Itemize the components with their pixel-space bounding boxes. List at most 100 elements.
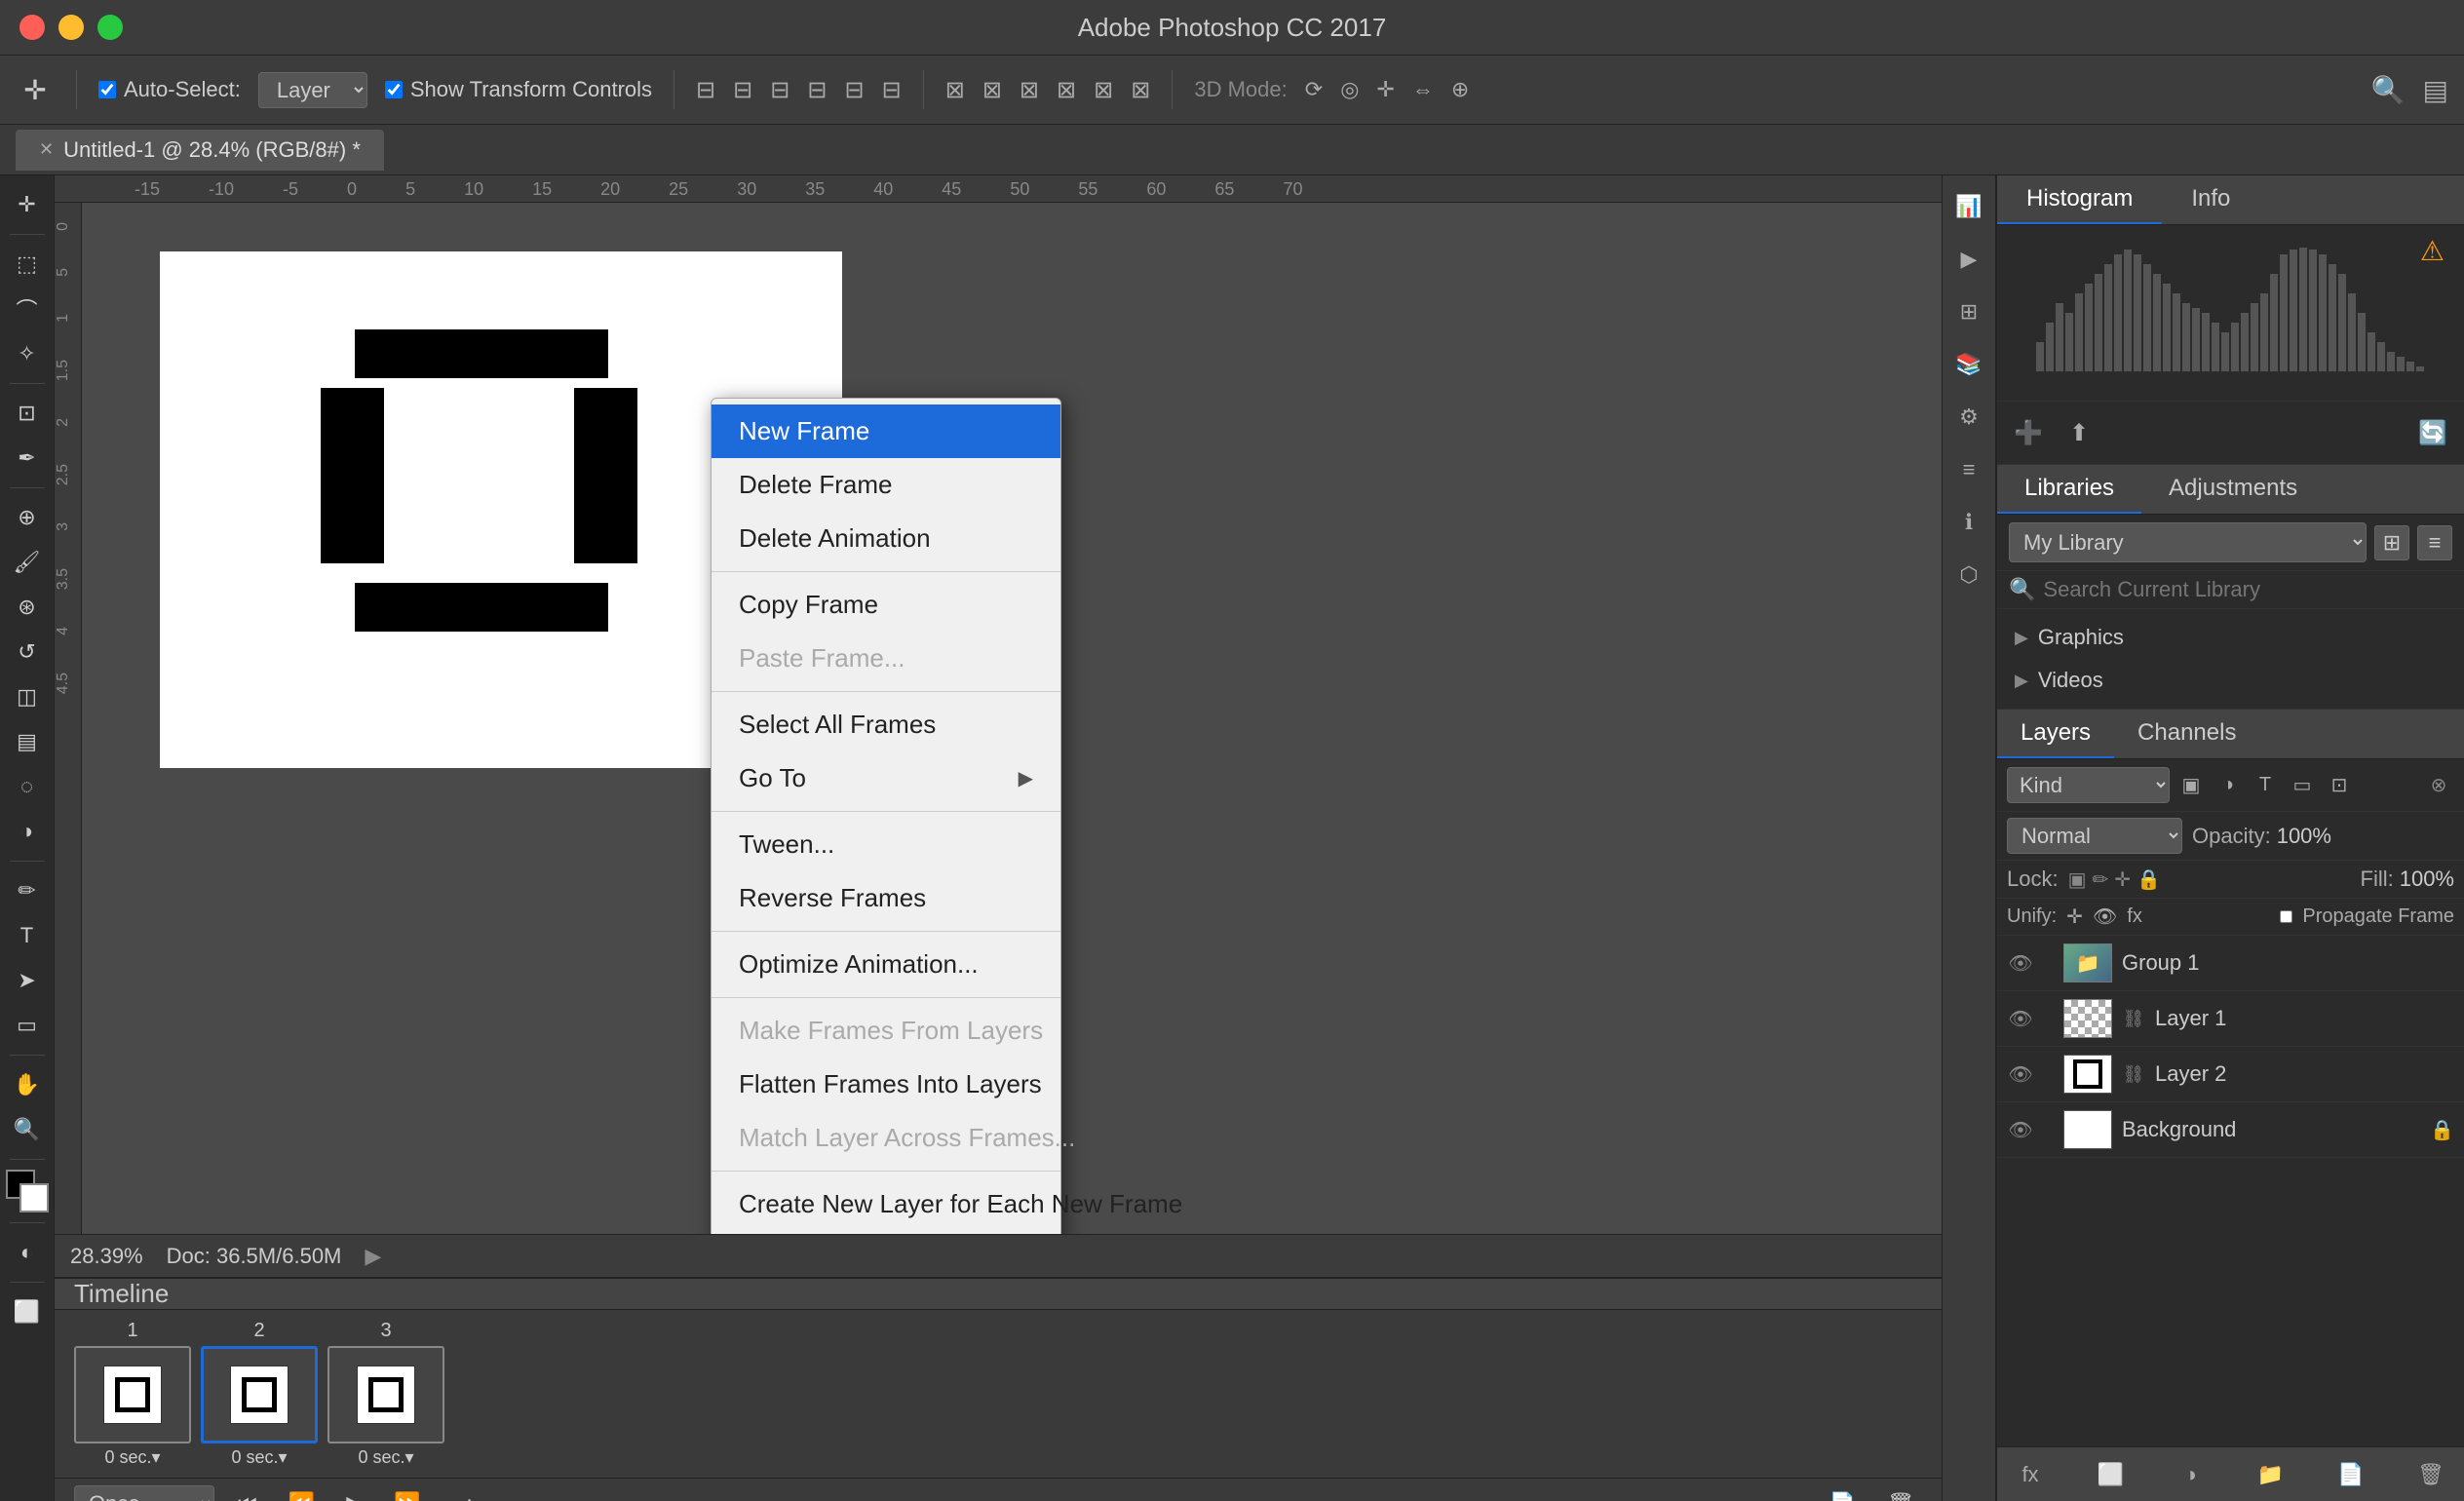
new-frame-button[interactable]: 📄	[1822, 1487, 1864, 1501]
new-layer-button[interactable]: 📄	[2333, 1457, 2368, 1492]
screen-mode-icon[interactable]: ⬜	[8, 1292, 47, 1331]
lasso-tool[interactable]: ⌒	[8, 289, 47, 328]
tab-channels[interactable]: Channels	[2114, 710, 2259, 758]
type-tool[interactable]: T	[8, 916, 47, 955]
propagate-frame-checkbox[interactable]	[2280, 910, 2292, 923]
frame-3-duration[interactable]: 0 sec.▾	[358, 1447, 413, 1468]
library-search-input[interactable]	[2043, 577, 2452, 602]
new-group-button[interactable]: 📁	[2253, 1457, 2289, 1492]
crop-tool[interactable]: ⊡	[8, 394, 47, 433]
align-right-icon[interactable]: ⊟	[770, 76, 789, 104]
sync-icon[interactable]: 🔄	[2411, 411, 2454, 454]
eyedropper-tool[interactable]: ✒	[8, 439, 47, 478]
layer-eye-layer2[interactable]: 👁	[2007, 1060, 2034, 1088]
clone-stamp-tool[interactable]: ⊛	[8, 588, 47, 627]
libraries-panel-icon[interactable]: 📚	[1947, 343, 1990, 386]
filter-smart-object-icon[interactable]: ⊡	[2324, 770, 2355, 801]
lock-transparent-icon[interactable]: ▣	[2068, 867, 2087, 892]
align-top-icon[interactable]: ⊟	[807, 76, 827, 104]
more-info-arrow[interactable]: ▶	[365, 1244, 381, 1269]
layer-row-group1[interactable]: 👁 📁 Group 1	[1997, 936, 2464, 991]
go-to-next-frame-button[interactable]: ⏩	[386, 1487, 428, 1501]
maximize-window-button[interactable]	[97, 15, 123, 40]
add-layer-icon[interactable]: ➕	[2007, 411, 2050, 454]
layer-link-icon[interactable]: ⛓	[2122, 1007, 2145, 1030]
add-link-style-button[interactable]: fx	[2013, 1457, 2048, 1492]
move-tool[interactable]: ✛	[8, 185, 47, 224]
menu-item-create-new-layer-each-frame[interactable]: Create New Layer for Each New Frame	[712, 1177, 1060, 1231]
layer-row-layer2[interactable]: 👁 ⛓ Layer 2	[1997, 1047, 2464, 1102]
dodge-tool[interactable]: ◑	[8, 812, 47, 851]
layer-eye-group1[interactable]: 👁	[2007, 949, 2034, 977]
fill-value[interactable]: 100%	[2400, 866, 2454, 892]
upload-icon[interactable]: ⬆	[2058, 411, 2100, 454]
3d-pan-icon[interactable]: ✛	[1376, 77, 1394, 102]
adjustments-panel-icon[interactable]: ⚙	[1947, 396, 1990, 439]
brush-tool[interactable]: 🖌	[8, 543, 47, 582]
unify-position-icon[interactable]: ✛	[2066, 904, 2083, 929]
add-mask-button[interactable]: ⬜	[2093, 1457, 2128, 1492]
pen-tool[interactable]: ✏	[8, 871, 47, 910]
info-panel-icon[interactable]: ℹ	[1947, 501, 1990, 544]
history-brush-tool[interactable]: ↺	[8, 633, 47, 672]
auto-select-checkbox[interactable]: Auto-Select:	[98, 77, 241, 102]
3d-panel-icon[interactable]: ⬡	[1947, 554, 1990, 597]
minimize-window-button[interactable]	[58, 15, 84, 40]
frame-2-thumb[interactable]	[201, 1346, 318, 1443]
panel-toggle-icon[interactable]: ▤	[2423, 74, 2448, 106]
filter-pixel-icon[interactable]: ▣	[2175, 770, 2207, 801]
tab-info[interactable]: Info	[2162, 175, 2259, 224]
rectangular-marquee-tool[interactable]: ⬚	[8, 245, 47, 284]
library-group-graphics[interactable]: ▶ Graphics	[2007, 619, 2454, 656]
layer-row-layer1[interactable]: 👁 ⛓ Layer 1	[1997, 991, 2464, 1047]
3d-rotate-icon[interactable]: ⟳	[1305, 77, 1323, 102]
layers-kind-filter-select[interactable]: Kind Name Effect Mode Attribute Color Sm…	[2007, 767, 2170, 803]
search-icon[interactable]: 🔍	[2371, 74, 2406, 106]
go-to-first-frame-button[interactable]: ⏮	[230, 1487, 265, 1501]
layer-eye-layer1[interactable]: 👁	[2007, 1005, 2034, 1032]
shape-tool[interactable]: ▭	[8, 1006, 47, 1045]
library-grid-view-button[interactable]: ⊞	[2374, 525, 2409, 560]
filter-shape-icon[interactable]: ▭	[2287, 770, 2318, 801]
document-tab[interactable]: ✕ Untitled-1 @ 28.4% (RGB/8#) *	[16, 130, 384, 171]
menu-item-delete-frame[interactable]: Delete Frame	[712, 458, 1060, 512]
blend-mode-select[interactable]: Normal Dissolve Multiply Screen	[2007, 818, 2182, 854]
align-middle-icon[interactable]: ⊟	[844, 76, 864, 104]
layer-row-background[interactable]: 👁 Background 🔒	[1997, 1102, 2464, 1158]
menu-item-match-layer-across-frames[interactable]: Match Layer Across Frames...	[712, 1111, 1060, 1165]
opacity-value[interactable]: 100%	[2277, 824, 2331, 849]
play-icon[interactable]: ▶	[1947, 238, 1990, 281]
zoom-tool[interactable]: 🔍	[8, 1110, 47, 1149]
3d-slide-icon[interactable]: ⇔	[1412, 77, 1434, 102]
play-stop-button[interactable]: ▶	[338, 1487, 370, 1501]
distribute-bottom-icon[interactable]: ⊠	[1131, 76, 1150, 104]
lock-all-icon[interactable]: 🔒	[2137, 867, 2161, 892]
eraser-tool[interactable]: ◫	[8, 677, 47, 716]
auto-select-dropdown[interactable]: Layer Group	[258, 72, 367, 108]
distribute-left-icon[interactable]: ⊠	[945, 76, 965, 104]
menu-item-make-frames-from-layers[interactable]: Make Frames From Layers	[712, 1004, 1060, 1058]
new-fill-adjustment-button[interactable]: ◑	[2173, 1457, 2208, 1492]
menu-item-go-to[interactable]: Go To ▶	[712, 751, 1060, 805]
layer-link-icon-2[interactable]: ⛓	[2122, 1062, 2145, 1086]
filter-type-icon[interactable]: T	[2250, 770, 2281, 801]
menu-item-paste-frame[interactable]: Paste Frame...	[712, 632, 1060, 685]
blur-tool[interactable]: ◌	[8, 767, 47, 806]
tab-adjustments[interactable]: Adjustments	[2141, 465, 2325, 514]
tab-close-icon[interactable]: ✕	[39, 139, 54, 160]
distribute-center-h-icon[interactable]: ⊠	[982, 76, 1002, 104]
unify-style-icon[interactable]: fx	[2127, 905, 2142, 928]
tab-histogram[interactable]: Histogram	[1997, 175, 2162, 224]
menu-item-reverse-frames[interactable]: Reverse Frames	[712, 871, 1060, 925]
align-bottom-icon[interactable]: ⊟	[882, 76, 902, 104]
filter-toggle-icon[interactable]: ⊗	[2423, 770, 2454, 801]
library-select-dropdown[interactable]: My Library	[2009, 522, 2367, 562]
hand-tool[interactable]: ✋	[8, 1065, 47, 1104]
frame-2-duration[interactable]: 0 sec.▾	[231, 1447, 287, 1468]
library-list-view-button[interactable]: ≡	[2417, 525, 2452, 560]
playback-options-select[interactable]: Once Loop Ping Pong	[74, 1485, 214, 1501]
library-group-videos[interactable]: ▶ Videos	[2007, 662, 2454, 699]
frame-1-duration[interactable]: 0 sec.▾	[104, 1447, 160, 1468]
menu-item-delete-animation[interactable]: Delete Animation	[712, 512, 1060, 565]
menu-item-select-all-frames[interactable]: Select All Frames	[712, 698, 1060, 751]
